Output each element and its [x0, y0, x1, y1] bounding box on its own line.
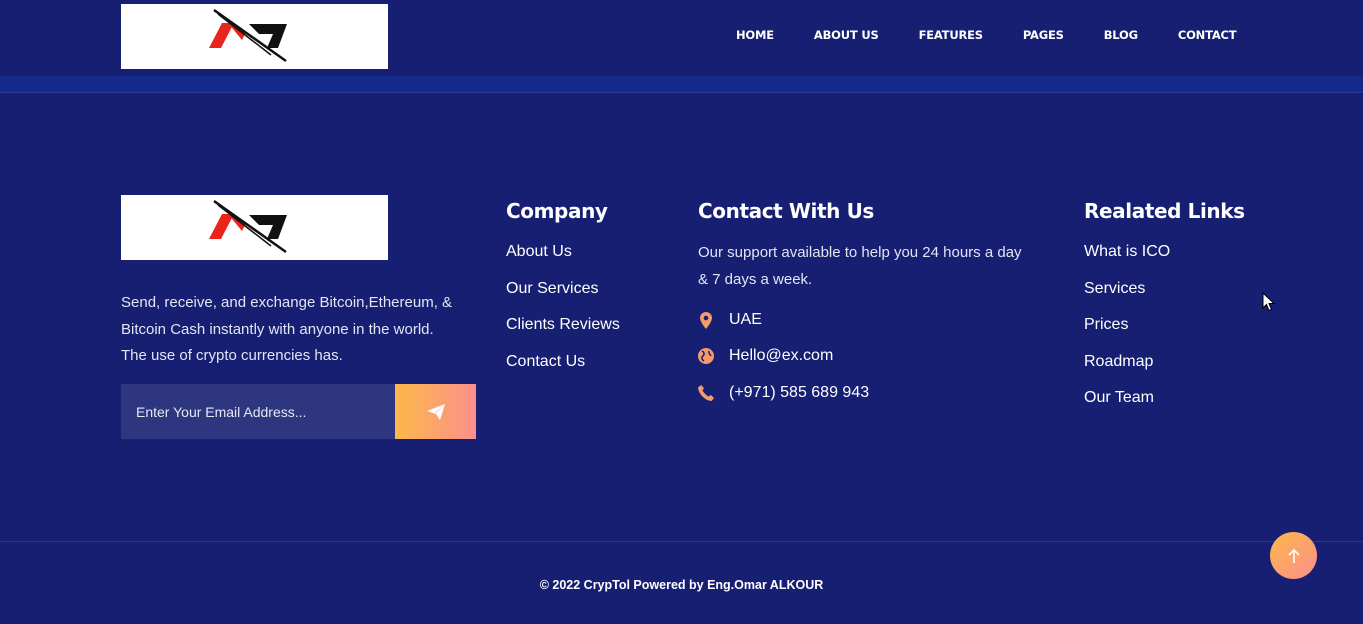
footer-divider — [0, 541, 1363, 542]
about-text: Send, receive, and exchange Bitcoin,Ethe… — [121, 294, 453, 364]
contact-phone[interactable]: (+971) 585 689 943 — [698, 384, 869, 402]
related-link-roadmap[interactable]: Roadmap — [1084, 353, 1153, 371]
phone-icon — [698, 384, 714, 402]
nav-about-us[interactable]: ABOUT US — [814, 28, 879, 42]
contact-location: UAE — [698, 311, 762, 329]
related-link-prices[interactable]: Prices — [1084, 316, 1128, 334]
map-pin-icon — [698, 311, 714, 329]
paper-plane-icon — [426, 403, 445, 420]
logo-mark — [209, 8, 287, 63]
related-link-our-team[interactable]: Our Team — [1084, 389, 1154, 407]
related-title: Realated Links — [1084, 199, 1245, 223]
company-link-contact-us[interactable]: Contact Us — [506, 353, 585, 371]
company-link-about-us[interactable]: About Us — [506, 243, 572, 261]
company-link-our-services[interactable]: Our Services — [506, 280, 598, 298]
footer-logo[interactable] — [121, 195, 388, 260]
header-band — [0, 76, 1363, 93]
copyright-text: © 2022 CrypTol Powered by Eng.Omar ALKOU… — [539, 578, 824, 592]
scroll-to-top-button[interactable] — [1270, 532, 1317, 579]
nav-features[interactable]: FEATURES — [919, 28, 983, 42]
contact-title: Contact With Us — [698, 199, 874, 223]
related-link-what-is-ico[interactable]: What is ICO — [1084, 243, 1170, 261]
nav-contact[interactable]: CONTACT — [1178, 28, 1237, 42]
nav-blog[interactable]: BLOG — [1104, 28, 1138, 42]
main-nav: HOME ABOUT US FEATURES PAGES BLOG CONTAC… — [736, 28, 1237, 42]
nav-pages[interactable]: PAGES — [1023, 28, 1064, 42]
arrow-up-icon — [1287, 548, 1300, 563]
contact-email[interactable]: Hello@ex.com — [698, 347, 833, 365]
company-link-clients-reviews[interactable]: Clients Reviews — [506, 316, 620, 334]
contact-email-text: Hello@ex.com — [729, 347, 834, 364]
subscribe-form — [121, 384, 476, 439]
mouse-cursor-icon — [1262, 292, 1276, 312]
company-title: Company — [506, 199, 608, 223]
contact-phone-text: (+971) 585 689 943 — [729, 384, 870, 401]
site-logo[interactable] — [121, 4, 388, 69]
email-input[interactable] — [121, 384, 395, 439]
related-link-services[interactable]: Services — [1084, 280, 1145, 298]
globe-icon — [698, 347, 714, 365]
footer-logo-mark — [209, 199, 287, 254]
nav-home[interactable]: HOME — [736, 28, 774, 42]
site-header: HOME ABOUT US FEATURES PAGES BLOG CONTAC… — [0, 0, 1363, 76]
contact-description: Our support available to help you 24 hou… — [698, 244, 1022, 288]
send-button[interactable] — [395, 384, 476, 439]
contact-location-text: UAE — [729, 311, 762, 328]
